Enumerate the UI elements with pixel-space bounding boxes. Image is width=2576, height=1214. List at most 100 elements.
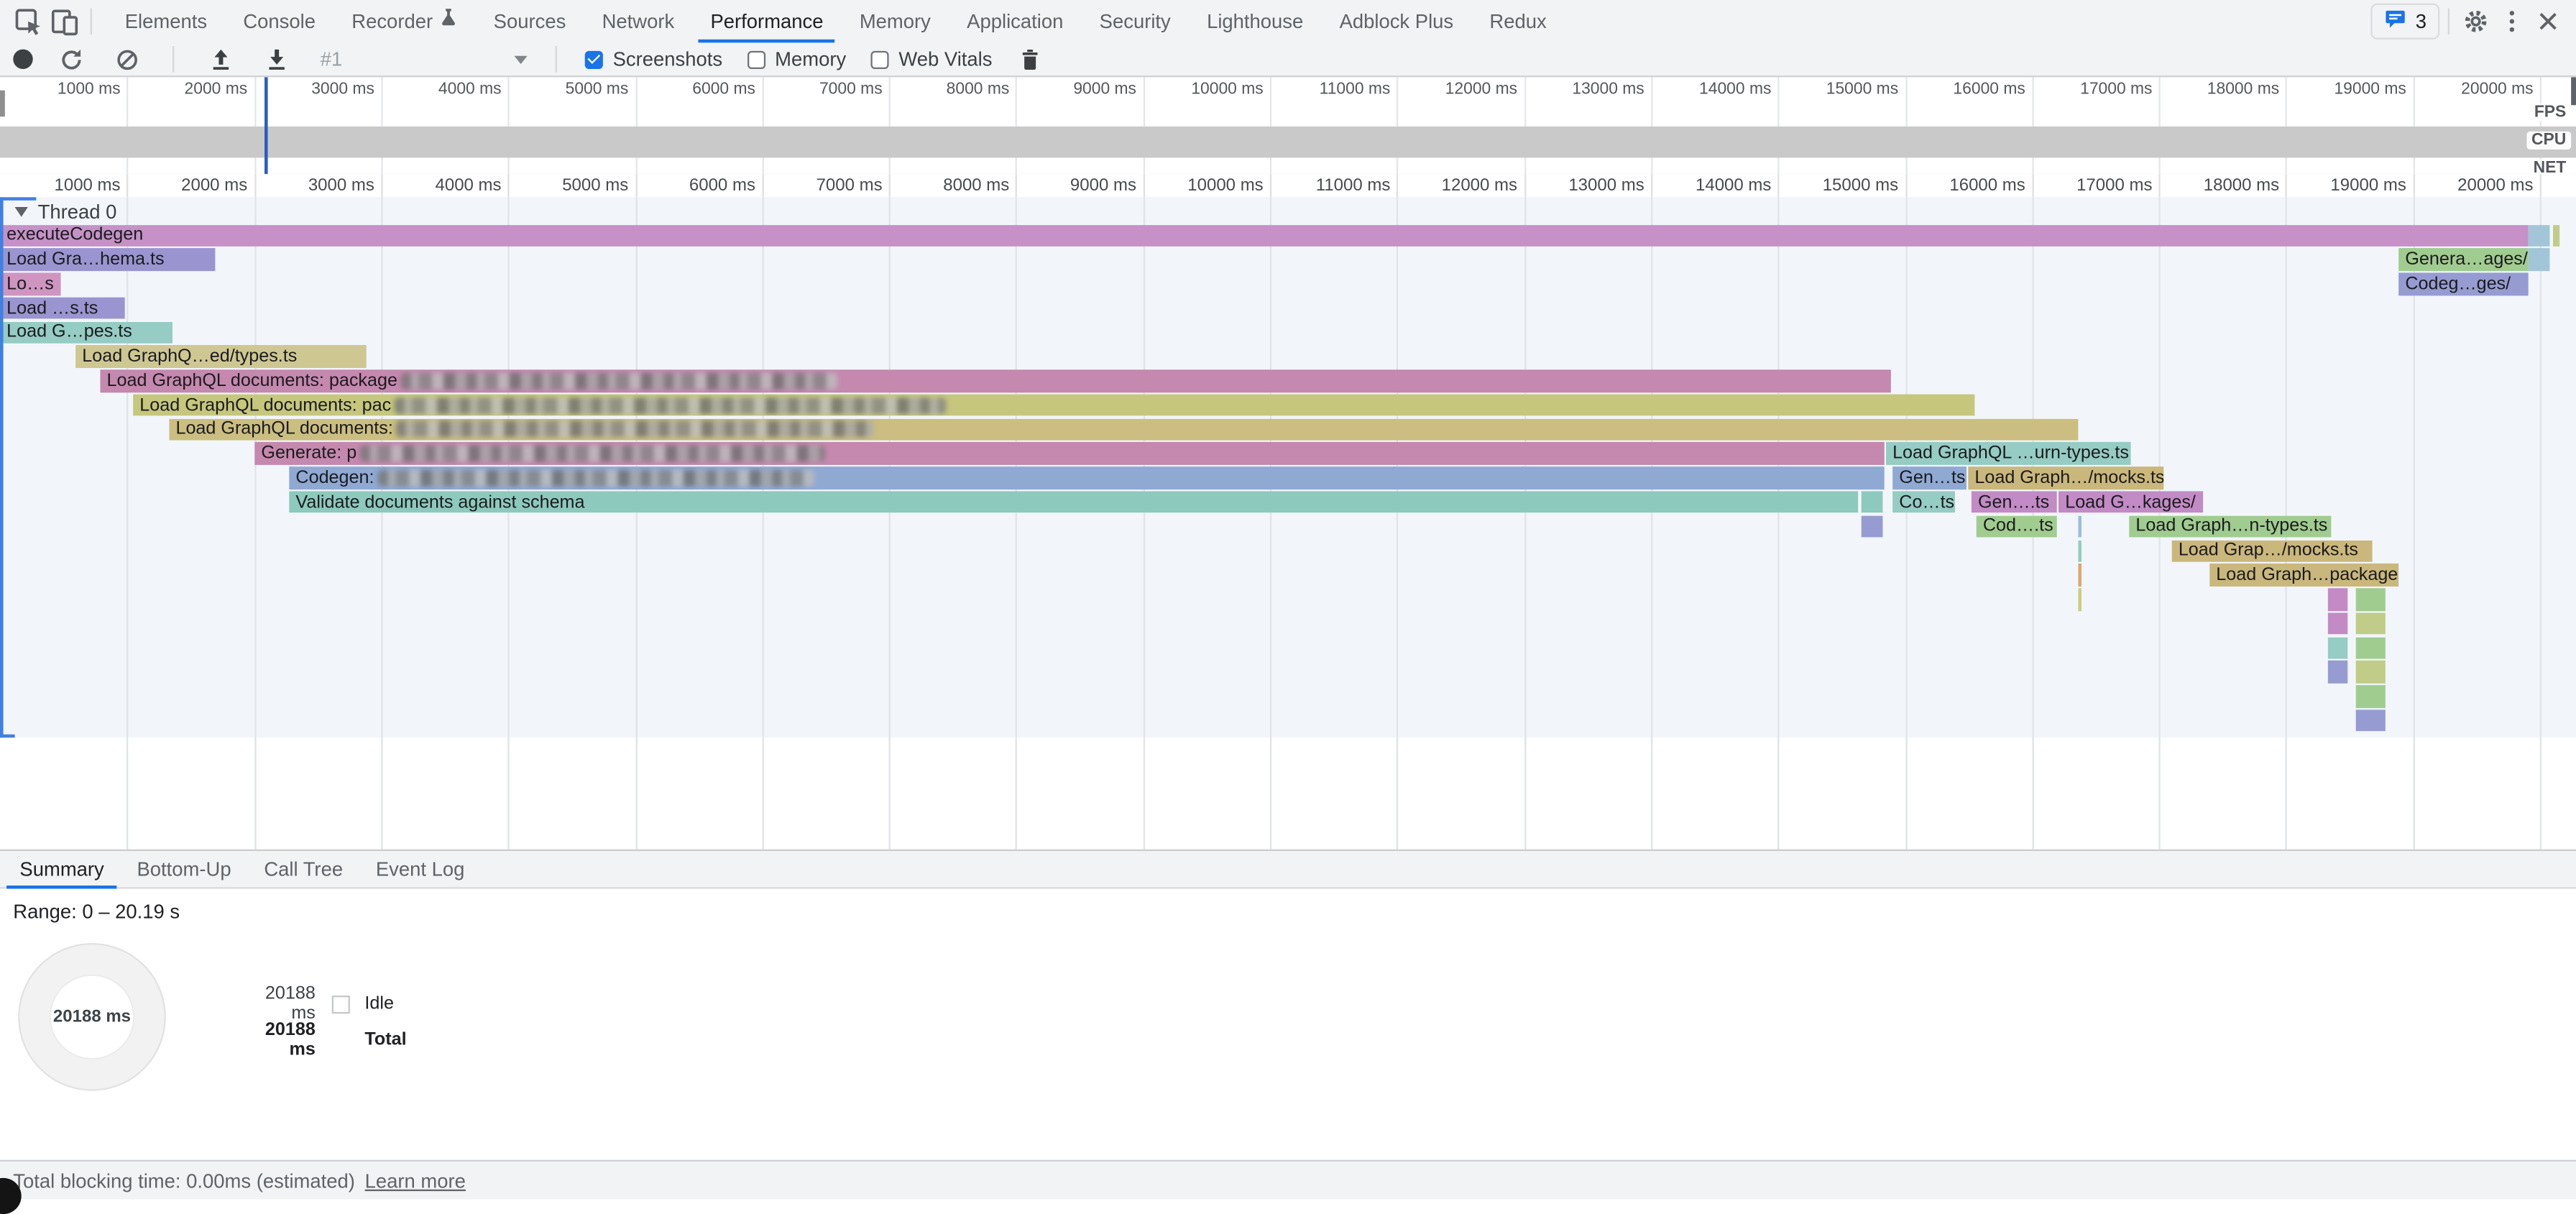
web-vitals-checkbox[interactable] <box>871 50 889 68</box>
flame-event[interactable] <box>2078 564 2082 587</box>
checkbox-memory[interactable]: Memory <box>747 47 846 70</box>
flame-event[interactable]: Co…ts <box>1892 491 1955 513</box>
flame-event[interactable]: Genera…ages/ <box>2398 249 2528 271</box>
detail-tab-summary[interactable]: Summary <box>4 851 121 887</box>
flame-event[interactable] <box>2356 661 2386 684</box>
clear-icon[interactable] <box>109 41 144 77</box>
settings-gear-icon[interactable] <box>2457 4 2493 40</box>
legend-row-total: 20188 msTotal <box>240 1022 407 1058</box>
flame-event[interactable] <box>2356 637 2386 659</box>
device-toolbar-icon[interactable] <box>46 4 82 40</box>
flame-event[interactable]: Gen…ts <box>1892 467 1966 489</box>
more-menu-kebab-icon[interactable] <box>2494 4 2530 40</box>
flame-event[interactable]: Generate: p <box>254 443 1884 465</box>
tab-performance[interactable]: Performance <box>692 0 841 42</box>
tab-elements[interactable]: Elements <box>107 0 226 42</box>
reload-and-record-icon[interactable] <box>52 41 88 77</box>
ruler-tick-label: 18000 ms <box>2148 81 2279 98</box>
tab-adblock-plus[interactable]: Adblock Plus <box>1321 0 1471 42</box>
flame-event[interactable]: Load GraphQL documents: <box>169 418 2078 441</box>
flame-event[interactable] <box>2328 661 2347 684</box>
scrollbar-thumb[interactable] <box>2571 77 2576 105</box>
tab-console[interactable]: Console <box>225 0 334 42</box>
redacted-text-blur <box>395 397 947 413</box>
flame-event[interactable] <box>2529 249 2550 271</box>
tab-label: Memory <box>860 0 931 42</box>
flame-event[interactable]: Load …s.ts <box>0 297 125 319</box>
profile-label: #1 <box>321 47 343 70</box>
flame-event[interactable]: Cod….ts <box>1977 515 2057 538</box>
collapse-triangle-icon[interactable] <box>15 207 28 217</box>
track-selection-bracket-bottom <box>0 735 15 738</box>
event-label: Load GraphQL …urn-types.ts <box>1886 444 2129 464</box>
timeline-overview[interactable]: 1000 ms2000 ms3000 ms4000 ms5000 ms6000 … <box>0 77 2576 175</box>
flame-event[interactable] <box>1862 491 1883 513</box>
tab-memory[interactable]: Memory <box>842 0 949 42</box>
flame-event[interactable]: Lo…s <box>0 272 61 295</box>
inspect-element-icon[interactable] <box>10 4 46 40</box>
tab-sources[interactable]: Sources <box>476 0 584 42</box>
tab-application[interactable]: Application <box>949 0 1082 42</box>
flame-event[interactable] <box>2078 515 2082 538</box>
flame-event[interactable]: Load G…kages/ <box>2058 491 2203 513</box>
learn-more-link[interactable]: Learn more <box>365 1169 466 1192</box>
flame-event[interactable]: Load Graph…/mocks.ts <box>1968 467 2163 489</box>
flame-event[interactable]: executeCodegen <box>0 224 2529 247</box>
load-profile-icon[interactable] <box>202 41 238 77</box>
thread-track-header[interactable]: Thread 0 <box>15 201 117 224</box>
ruler-tick-label: 18000 ms <box>2148 176 2279 196</box>
trash-icon[interactable] <box>1012 41 1048 77</box>
flame-event[interactable] <box>2553 224 2559 247</box>
memory-checkbox[interactable] <box>747 50 765 68</box>
flame-chart[interactable]: Thread 0 executeCodegenLoad Gra…hema.ts G… <box>0 197 2576 849</box>
save-profile-icon[interactable] <box>258 41 294 77</box>
flame-event[interactable] <box>2529 224 2550 247</box>
playhead-line[interactable] <box>264 77 267 174</box>
checkbox-screenshots[interactable]: Screenshots <box>585 47 722 70</box>
tab-lighthouse[interactable]: Lighthouse <box>1189 0 1321 42</box>
flame-event[interactable]: Load Graph…packages/ <box>2209 564 2398 587</box>
flame-event[interactable] <box>2078 540 2082 562</box>
flame-event[interactable] <box>2328 588 2347 610</box>
flame-event[interactable] <box>2356 685 2386 707</box>
detail-tab-call-tree[interactable]: Call Tree <box>247 851 359 887</box>
flame-event[interactable]: Load GraphQL documents: pac <box>133 394 1974 416</box>
flame-event[interactable]: Load GraphQL documents: package <box>100 370 1890 392</box>
detail-tab-event-log[interactable]: Event Log <box>359 851 481 887</box>
flame-event[interactable] <box>2328 612 2347 635</box>
screenshots-checkbox[interactable] <box>585 50 603 68</box>
tab-security[interactable]: Security <box>1082 0 1189 42</box>
profile-select[interactable]: #1 <box>321 47 528 70</box>
tab-label: Network <box>602 0 675 42</box>
flame-event[interactable]: Load Gra…hema.ts <box>0 249 215 271</box>
ruler-tick-label: 4000 ms <box>370 176 502 196</box>
flame-event[interactable]: Load Graph…n-types.ts <box>2129 515 2331 538</box>
detail-tab-bottom-up[interactable]: Bottom-Up <box>121 851 248 887</box>
tab-network[interactable]: Network <box>584 0 692 42</box>
tab-redux[interactable]: Redux <box>1471 0 1565 42</box>
flame-event[interactable]: Codeg…ges/ <box>2398 272 2528 295</box>
flame-event[interactable]: Gen….ts <box>1972 491 2057 513</box>
ruler-tick-label: 4000 ms <box>370 81 502 98</box>
record-button[interactable] <box>13 50 32 69</box>
flame-event[interactable]: Load GraphQ…ed/types.ts <box>75 346 367 368</box>
messages-badge-button[interactable]: 3 <box>2371 4 2439 40</box>
checkbox-web-vitals[interactable]: Web Vitals <box>871 47 993 70</box>
event-label: Load GraphQL documents: <box>169 420 393 439</box>
tab-recorder[interactable]: Recorder <box>334 0 475 42</box>
overview-drag-handle[interactable] <box>0 91 5 117</box>
flame-event[interactable] <box>2078 588 2082 610</box>
flame-event[interactable]: Codegen: <box>289 467 1884 489</box>
summary-donut-chart: 20188 ms <box>18 943 166 1091</box>
close-icon[interactable] <box>2530 4 2566 40</box>
flame-event[interactable] <box>2356 612 2386 635</box>
event-label: Load G…kages/ <box>2058 492 2196 512</box>
flame-event[interactable]: Load GraphQL …urn-types.ts <box>1886 443 2131 465</box>
flame-event[interactable] <box>2356 588 2386 610</box>
flame-event[interactable]: Load G…pes.ts <box>0 321 172 344</box>
flame-event[interactable] <box>1862 515 1883 538</box>
flame-event[interactable] <box>2356 709 2386 732</box>
flame-event[interactable]: Load Grap…/mocks.ts <box>2172 540 2373 562</box>
flame-event[interactable]: Validate documents against schema <box>289 491 1858 513</box>
flame-event[interactable] <box>2328 637 2347 659</box>
